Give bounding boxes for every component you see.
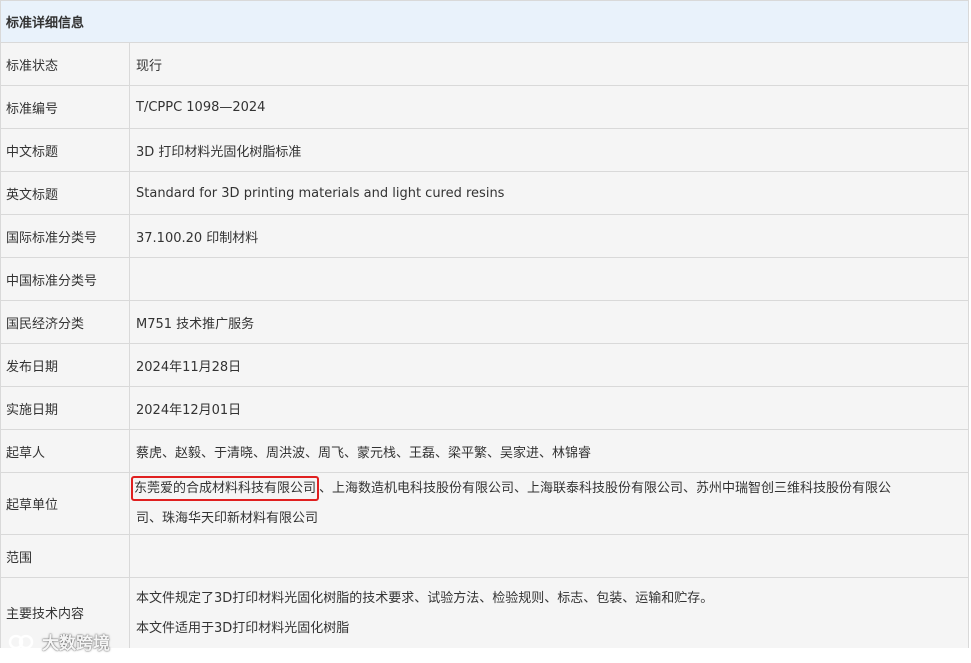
table-row: 范围 xyxy=(1,535,968,578)
value-line: 司、珠海华天印新材料有限公司 xyxy=(136,510,319,526)
table-row: 主要技术内容 本文件规定了3D打印材料光固化树脂的技术要求、试验方法、检验规则、… xyxy=(1,578,968,648)
row-value: 2024年12月01日 xyxy=(136,402,242,418)
row-label: 起草人 xyxy=(1,430,130,472)
table-row: 起草人 蔡虎、赵毅、于清晓、周洪波、周飞、蒙元栈、王磊、梁平繁、吴家进、林锦睿 xyxy=(1,430,968,473)
row-label: 范围 xyxy=(1,535,130,577)
watermark-text: 大数跨境 xyxy=(42,634,110,654)
standard-detail-table: 标准详细信息 标准状态 现行 标准编号 T/CPPC 1098—2024 中文标… xyxy=(0,0,969,648)
value-line: 本文件适用于3D打印材料光固化树脂 xyxy=(136,621,350,636)
row-label: 国民经济分类 xyxy=(1,301,130,343)
row-label: 起草单位 xyxy=(1,473,130,534)
row-value: T/CPPC 1098—2024 xyxy=(136,99,266,115)
row-label: 中文标题 xyxy=(1,129,130,171)
row-value xyxy=(130,258,968,300)
row-label: 标准编号 xyxy=(1,86,130,128)
value-line: 东莞爱的合成材料科技有限公司 、上海数造机电科技股份有限公司、上海联泰科技股份有限… xyxy=(131,474,892,504)
value-text: 、上海数造机电科技股份有限公司、上海联泰科技股份有限公司、苏州中瑞智创三维科技股… xyxy=(319,480,892,496)
row-label: 国际标准分类号 xyxy=(1,215,130,257)
table-row: 国际标准分类号 37.100.20 印制材料 xyxy=(1,215,968,258)
table-row: 中国标准分类号 xyxy=(1,258,968,301)
row-value: 蔡虎、赵毅、于清晓、周洪波、周飞、蒙元栈、王磊、梁平繁、吴家进、林锦睿 xyxy=(136,445,592,461)
row-label: 实施日期 xyxy=(1,387,130,429)
row-value-multiline: 东莞爱的合成材料科技有限公司 、上海数造机电科技股份有限公司、上海联泰科技股份有限… xyxy=(130,473,968,534)
value-line: 本文件规定了3D打印材料光固化树脂的技术要求、试验方法、检验规则、标志、包装、运… xyxy=(136,591,714,606)
row-value: Standard for 3D printing materials and l… xyxy=(136,185,505,201)
table-row: 英文标题 Standard for 3D printing materials … xyxy=(1,172,968,215)
table-header: 标准详细信息 xyxy=(1,1,968,43)
table-row: 发布日期 2024年11月28日 xyxy=(1,344,968,387)
row-label: 中国标准分类号 xyxy=(1,258,130,300)
row-label: 发布日期 xyxy=(1,344,130,386)
row-value: 现行 xyxy=(136,58,163,74)
table-row: 中文标题 3D 打印材料光固化树脂标准 xyxy=(1,129,968,172)
row-value-multiline: 本文件规定了3D打印材料光固化树脂的技术要求、试验方法、检验规则、标志、包装、运… xyxy=(130,578,968,648)
logo-icon xyxy=(8,634,34,649)
highlight-box: 东莞爱的合成材料科技有限公司 xyxy=(131,475,320,501)
row-value: 2024年11月28日 xyxy=(136,359,242,375)
table-row: 起草单位 东莞爱的合成材料科技有限公司 、上海数造机电科技股份有限公司、上海联泰科… xyxy=(1,473,968,535)
table-row: 标准编号 T/CPPC 1098—2024 xyxy=(1,86,968,129)
table-row: 国民经济分类 M751 技术推广服务 xyxy=(1,301,968,344)
row-label: 英文标题 xyxy=(1,172,130,214)
row-value: 37.100.20 印制材料 xyxy=(136,230,259,246)
row-value xyxy=(130,535,968,577)
row-value: M751 技术推广服务 xyxy=(136,316,255,332)
table-row: 实施日期 2024年12月01日 xyxy=(1,387,968,430)
row-value: 3D 打印材料光固化树脂标准 xyxy=(136,144,302,160)
header-title: 标准详细信息 xyxy=(6,16,85,31)
table-row: 标准状态 现行 xyxy=(1,43,968,86)
row-label: 标准状态 xyxy=(1,43,130,85)
watermark: 大数跨境 xyxy=(4,629,110,654)
